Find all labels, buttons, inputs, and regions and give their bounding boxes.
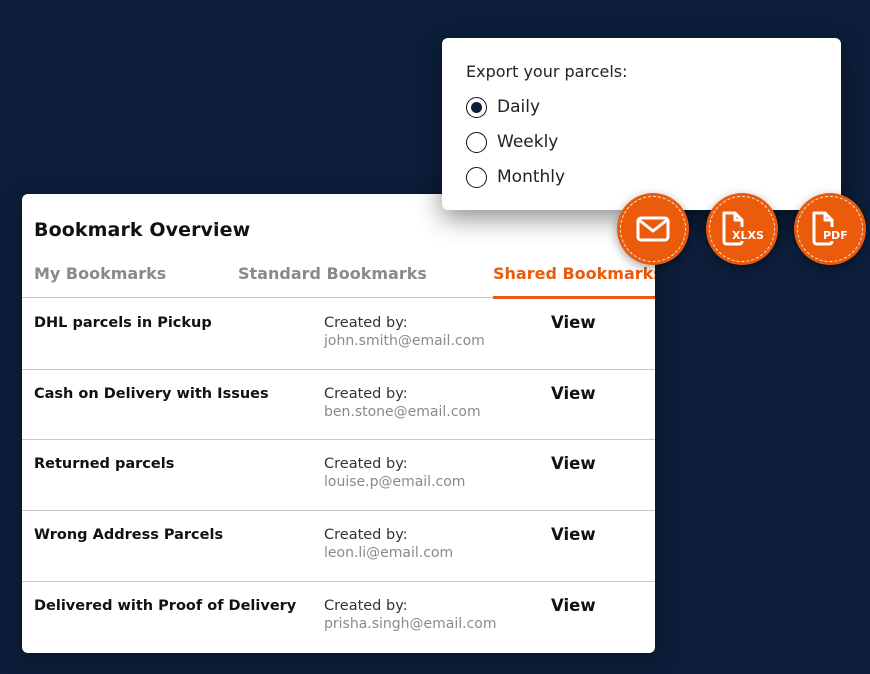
page: Bookmark Overview My Bookmarks Standard … [0, 0, 870, 674]
bookmark-name: Cash on Delivery with Issues [34, 385, 269, 402]
created-by-label: Created by: [324, 456, 408, 473]
bookmark-name: Wrong Address Parcels [34, 527, 224, 544]
tab-my-bookmarks[interactable]: My Bookmarks [34, 264, 166, 298]
bookmark-name: Returned parcels [34, 456, 175, 473]
export-title: Export your parcels: [466, 62, 628, 81]
email-export-button[interactable] [617, 193, 689, 265]
xlsx-export-button[interactable]: XLXS [706, 193, 778, 265]
bookmark-name: Delivered with Proof of Delivery [34, 597, 297, 614]
view-button[interactable]: View [551, 384, 596, 403]
view-button[interactable]: View [551, 525, 596, 544]
radio-label: Monthly [497, 167, 566, 187]
bookmark-overview-card: Bookmark Overview My Bookmarks Standard … [22, 194, 655, 653]
bookmark-tabs: My Bookmarks Standard Bookmarks Shared B… [22, 264, 655, 299]
creator-email: prisha.singh@email.com [324, 615, 497, 632]
creator-email: louise.p@email.com [324, 474, 466, 491]
created-by-label: Created by: [324, 315, 408, 331]
radio-button[interactable] [466, 166, 487, 188]
pdf-file-icon: PDF [812, 211, 849, 246]
created-by-label: Created by: [324, 527, 408, 544]
export-popover: Export your parcels: Daily Weekly Monthl… [442, 38, 841, 210]
bookmark-row: Wrong Address Parcels Created by: leon.l… [22, 511, 655, 582]
radio-dot [471, 101, 482, 113]
view-button[interactable]: View [551, 313, 596, 332]
pdf-label: PDF [823, 229, 848, 242]
radio-label: Weekly [497, 132, 559, 152]
bookmark-row: Returned parcels Created by: louise.p@em… [22, 440, 655, 512]
export-option-weekly[interactable]: Weekly [466, 131, 558, 153]
creator-email: john.smith@email.com [324, 333, 485, 349]
bookmark-list: DHL parcels in Pickup Created by: john.s… [22, 299, 655, 652]
bookmark-name: DHL parcels in Pickup [34, 315, 212, 331]
tab-shared-bookmarks[interactable]: Shared Bookmarks [493, 264, 655, 299]
radio-button[interactable] [466, 131, 487, 153]
export-option-monthly[interactable]: Monthly [466, 166, 565, 188]
radio-button-selected[interactable] [466, 96, 487, 118]
created-by-label: Created by: [324, 597, 408, 614]
bookmark-row: Delivered with Proof of Delivery Created… [22, 582, 655, 653]
view-button[interactable]: View [551, 454, 596, 473]
radio-label: Daily [497, 97, 541, 117]
creator-email: ben.stone@email.com [324, 403, 481, 420]
created-by-label: Created by: [324, 385, 408, 402]
mail-icon [636, 216, 670, 242]
card-title: Bookmark Overview [34, 219, 251, 241]
view-button[interactable]: View [551, 596, 596, 615]
pdf-export-button[interactable]: PDF [794, 193, 866, 265]
export-option-daily[interactable]: Daily [466, 96, 540, 118]
tab-standard-bookmarks[interactable]: Standard Bookmarks [238, 264, 427, 298]
creator-email: leon.li@email.com [324, 545, 454, 562]
bookmark-row: Cash on Delivery with Issues Created by:… [22, 370, 655, 441]
bookmark-row: DHL parcels in Pickup Created by: john.s… [22, 299, 655, 370]
xlsx-label: XLXS [732, 229, 764, 242]
xlsx-file-icon: XLXS [722, 211, 764, 246]
